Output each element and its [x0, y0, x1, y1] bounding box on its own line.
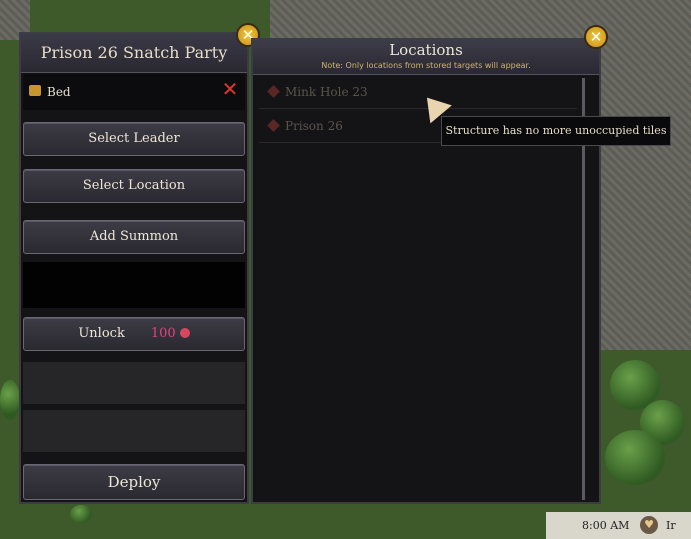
- tree: [0, 380, 20, 420]
- select-location-button[interactable]: Select Location: [23, 169, 245, 203]
- tree: [70, 505, 92, 523]
- locked-slot: [23, 362, 245, 404]
- location-icon: [267, 85, 280, 98]
- mana-icon: [179, 328, 190, 338]
- locations-header: Locations Note: Only locations from stor…: [253, 40, 599, 75]
- locations-note: Note: Only locations from stored targets…: [321, 61, 531, 70]
- hud-clock: 8:00 AM ♥ Ir: [546, 512, 691, 539]
- location-name: Prison 26: [285, 119, 343, 133]
- hud-text: Ir: [666, 519, 676, 532]
- clock-time: 8:00 AM: [582, 519, 630, 532]
- close-locations-panel-button[interactable]: ✕: [584, 25, 608, 49]
- location-icon: [267, 119, 280, 132]
- tooltip: Structure has no more unoccupied tiles: [441, 116, 671, 146]
- add-summon-button[interactable]: Add Summon: [23, 220, 245, 254]
- snatch-party-panel: Prison 26 Snatch Party Bed ✕ Select Lead…: [19, 32, 249, 504]
- unlock-button[interactable]: Unlock 100: [23, 317, 245, 351]
- summon-slot-empty: [23, 262, 245, 308]
- deploy-button[interactable]: Deploy: [23, 464, 245, 500]
- panel-title: Prison 26 Snatch Party: [21, 34, 247, 73]
- select-leader-button[interactable]: Select Leader: [23, 122, 245, 156]
- remove-item-button[interactable]: ✕: [219, 78, 241, 100]
- party-item-row: Bed ✕: [23, 74, 245, 110]
- location-name: Mink Hole 23: [285, 85, 368, 99]
- locked-slot: [23, 410, 245, 452]
- party-item-label: Bed: [47, 85, 71, 99]
- tree: [605, 430, 665, 485]
- unlock-cost: 100: [150, 326, 176, 341]
- bed-icon: [29, 85, 41, 96]
- heart-icon: ♥: [640, 516, 658, 534]
- locations-title: Locations: [389, 41, 463, 59]
- unlock-label: Unlock: [78, 326, 125, 341]
